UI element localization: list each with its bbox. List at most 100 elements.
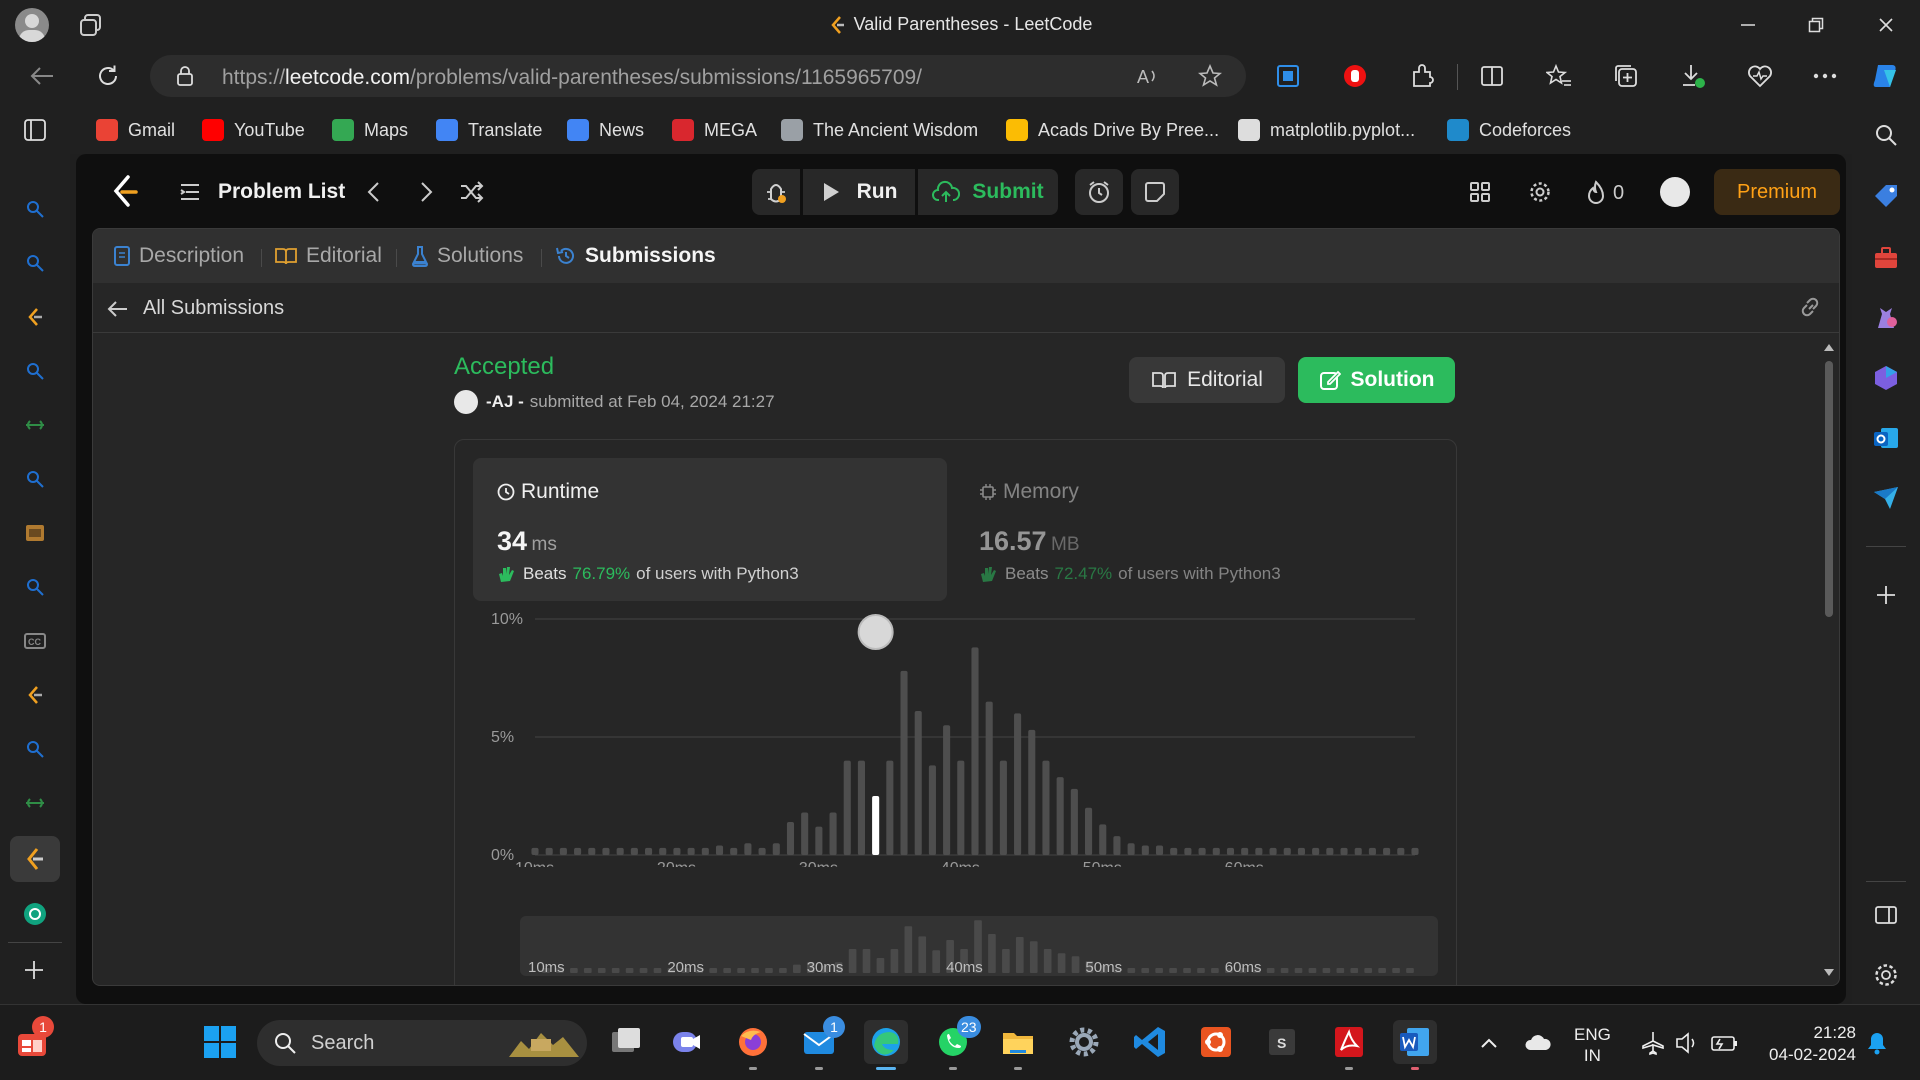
runtime-bar[interactable] <box>1212 847 1220 855</box>
layout-icon[interactable] <box>1468 180 1492 204</box>
memory-card[interactable]: Memory 16.57 MB Beats 72.47% of users wi… <box>967 458 1441 601</box>
debugger-button[interactable] <box>752 169 800 215</box>
runtime-bar[interactable] <box>1198 847 1206 855</box>
runtime-bar[interactable] <box>928 765 936 855</box>
settings-icon[interactable] <box>1528 180 1552 204</box>
bookmark-mega[interactable]: MEGA <box>672 116 757 144</box>
runtime-bar[interactable] <box>1255 847 1263 855</box>
runtime-bar[interactable] <box>730 847 738 855</box>
games-icon[interactable] <box>1871 303 1901 333</box>
runtime-bar[interactable] <box>1042 760 1050 855</box>
runtime-bar[interactable] <box>645 847 653 855</box>
runtime-bar[interactable] <box>1184 847 1192 855</box>
submitter-avatar[interactable] <box>454 390 478 414</box>
runtime-bar[interactable] <box>1141 845 1149 855</box>
runtime-bar[interactable] <box>914 711 922 855</box>
premium-button[interactable]: Premium <box>1714 169 1840 215</box>
solution-button[interactable]: Solution <box>1298 357 1455 403</box>
clock[interactable]: 21:28 04-02-2024 <box>1756 1022 1856 1066</box>
taskbar-search[interactable]: Search <box>257 1020 587 1066</box>
onedrive-icon[interactable] <box>1524 1032 1552 1054</box>
runtime-bar[interactable] <box>1099 824 1107 855</box>
runtime-bar[interactable] <box>531 847 539 855</box>
volume-icon[interactable] <box>1674 1030 1700 1056</box>
submitter-name[interactable]: -AJ - <box>486 392 524 412</box>
settings-app-icon[interactable] <box>1062 1020 1106 1064</box>
lock-icon[interactable] <box>176 66 194 86</box>
close-window-button[interactable] <box>1856 0 1916 50</box>
runtime-bar[interactable] <box>1269 847 1277 855</box>
runtime-bar[interactable] <box>673 847 681 855</box>
search-tab-icon[interactable] <box>22 736 48 762</box>
adblock-extension-icon[interactable] <box>1335 56 1375 96</box>
runtime-bar[interactable] <box>1070 788 1078 855</box>
submit-button[interactable]: Submit <box>918 169 1058 215</box>
runtime-bar[interactable] <box>886 760 894 855</box>
acrobat-icon[interactable] <box>1327 1020 1371 1064</box>
minimize-button[interactable] <box>1718 0 1778 50</box>
battery-icon[interactable] <box>1710 1030 1738 1056</box>
runtime-bar[interactable] <box>1241 847 1249 855</box>
random-problem-icon[interactable] <box>459 180 485 204</box>
book-tab-icon[interactable] <box>22 520 48 546</box>
notes-button[interactable] <box>1131 169 1179 215</box>
refresh-button[interactable] <box>88 56 128 96</box>
bookmark-matplotlib[interactable]: matplotlib.pyplot... <box>1238 116 1415 144</box>
runtime-bar[interactable] <box>1085 807 1093 855</box>
your-runtime-marker[interactable] <box>857 613 894 650</box>
next-problem-icon[interactable] <box>416 180 436 204</box>
url-text[interactable]: https://leetcode.com/problems/valid-pare… <box>222 66 922 90</box>
runtime-bar[interactable] <box>1127 843 1135 855</box>
runtime-bar[interactable] <box>1383 847 1391 855</box>
address-bar[interactable]: https://leetcode.com/problems/valid-pare… <box>150 55 1246 97</box>
runtime-bar[interactable] <box>801 812 809 855</box>
runtime-bar[interactable] <box>786 821 795 855</box>
tab-submissions[interactable]: Submissions <box>555 244 716 268</box>
outlook-icon[interactable] <box>1871 423 1901 453</box>
leetcode-tab-icon[interactable] <box>22 304 48 330</box>
runtime-bar[interactable] <box>1397 847 1405 855</box>
runtime-bar[interactable] <box>843 760 851 855</box>
word-icon[interactable] <box>1393 1020 1437 1064</box>
runtime-bar[interactable] <box>758 847 766 855</box>
bookmark-maps[interactable]: Maps <box>332 116 408 144</box>
sumatra-icon[interactable]: S <box>1260 1020 1304 1064</box>
bookmark-translate[interactable]: Translate <box>436 116 542 144</box>
bookmark-news[interactable]: News <box>567 116 644 144</box>
runtime-bar[interactable] <box>1170 847 1178 855</box>
runtime-bar[interactable] <box>1312 847 1320 855</box>
runtime-bar[interactable] <box>1340 847 1348 855</box>
copilot-icon[interactable] <box>1866 56 1906 96</box>
search-tab-icon[interactable] <box>22 574 48 600</box>
favorite-star-icon[interactable] <box>1198 64 1222 88</box>
teams-icon[interactable] <box>666 1020 710 1064</box>
new-tab-icon[interactable] <box>22 958 46 982</box>
streak-counter[interactable]: 0 <box>1585 180 1624 206</box>
airplane-mode-icon[interactable] <box>1640 1030 1666 1056</box>
run-button[interactable]: Run <box>803 169 915 215</box>
vscode-icon[interactable] <box>1128 1020 1172 1064</box>
runtime-bar[interactable] <box>1368 847 1376 855</box>
runtime-bar[interactable] <box>545 847 553 855</box>
runtime-bar[interactable] <box>999 760 1007 855</box>
chatgpt-tab-icon[interactable] <box>22 901 48 927</box>
runtime-bar[interactable] <box>744 843 752 855</box>
leetcode-tab-icon[interactable] <box>22 682 48 708</box>
back-button[interactable] <box>22 56 62 96</box>
file-explorer-icon[interactable] <box>996 1020 1040 1064</box>
bookmark-drive[interactable]: Acads Drive By Pree... <box>1006 116 1219 144</box>
runtime-bar[interactable] <box>1283 847 1291 855</box>
search-sidebar-icon[interactable] <box>1871 120 1901 150</box>
runtime-bar[interactable] <box>1326 847 1334 855</box>
runtime-bar[interactable] <box>687 847 695 855</box>
runtime-bar[interactable] <box>815 826 823 855</box>
runtime-bar[interactable] <box>1155 845 1164 855</box>
add-sidebar-app-icon[interactable] <box>1871 580 1901 610</box>
runtime-bar[interactable] <box>971 647 979 855</box>
runtime-bar[interactable] <box>1113 836 1121 855</box>
chart-range-brush[interactable]: 10ms 20ms 30ms 40ms 50ms 60ms <box>520 916 1438 976</box>
show-hidden-icons-button[interactable] <box>1478 1033 1500 1053</box>
user-avatar[interactable] <box>1660 177 1690 207</box>
runtime-bar[interactable] <box>616 847 624 855</box>
runtime-card[interactable]: Runtime 34 ms Beats 76.79% of users with… <box>473 458 947 601</box>
